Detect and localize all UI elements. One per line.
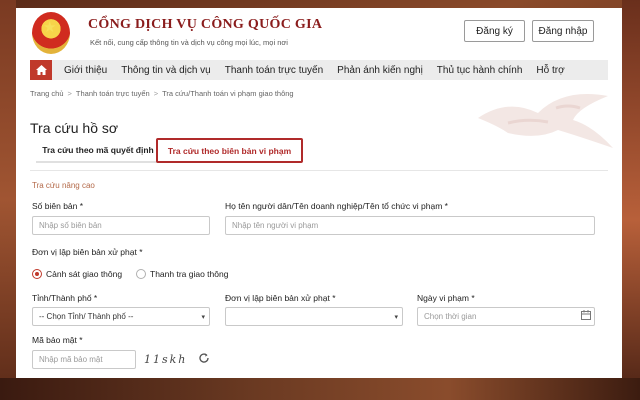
- nav-item-procedures[interactable]: Thủ tục hành chính: [437, 65, 523, 76]
- home-icon[interactable]: [30, 60, 52, 80]
- radio-traffic-police[interactable]: [32, 269, 42, 279]
- breadcrumb-current: Tra cứu/Thanh toán vi phạm giao thông: [162, 89, 294, 98]
- nav-item-intro[interactable]: Giới thiệu: [64, 65, 107, 76]
- breadcrumb-separator: >: [67, 89, 72, 98]
- background-bottom: [0, 378, 640, 400]
- tab-divider: [30, 170, 608, 171]
- nav-item-feedback[interactable]: Phản ánh kiến nghị: [337, 65, 423, 76]
- issuing-unit-label: Đơn vị lập biên bản xử phạt *: [225, 293, 336, 303]
- site-title[interactable]: CỔNG DỊCH VỤ CÔNG QUỐC GIA: [88, 17, 322, 33]
- login-button[interactable]: Đăng nhập: [532, 20, 594, 42]
- breadcrumb: Trang chủ > Thanh toán trực tuyến > Tra …: [30, 89, 294, 98]
- background-right: [622, 0, 640, 400]
- radio-traffic-police-label[interactable]: Cảnh sát giao thông: [46, 269, 122, 279]
- province-select[interactable]: -- Chọn Tỉnh/ Thành phố -- ▾: [32, 307, 210, 326]
- chevron-down-icon: ▾: [201, 313, 205, 321]
- register-button[interactable]: Đăng ký: [464, 20, 525, 42]
- site-subtitle: Kết nối, cung cấp thông tin và dịch vụ c…: [90, 38, 288, 47]
- nav-item-online-payment[interactable]: Thanh toán trực tuyến: [225, 65, 323, 76]
- nav-item-info-services[interactable]: Thông tin và dịch vụ: [121, 65, 211, 76]
- breadcrumb-home[interactable]: Trang chủ: [30, 89, 64, 98]
- captcha-label: Mã bảo mật *: [32, 335, 83, 345]
- calendar-icon[interactable]: [581, 310, 591, 320]
- chevron-down-icon: ▾: [394, 313, 398, 321]
- radio-traffic-inspector-label[interactable]: Thanh tra giao thông: [150, 269, 228, 279]
- breadcrumb-separator: >: [153, 89, 159, 98]
- record-no-label: Số biên bản *: [32, 201, 84, 211]
- province-select-value: -- Chọn Tỉnh/ Thành phố --: [39, 312, 134, 321]
- background-left: [0, 0, 16, 400]
- radio-traffic-inspector[interactable]: [136, 269, 146, 279]
- site-header: CỔNG DỊCH VỤ CÔNG QUỐC GIA Kết nối, cung…: [16, 8, 622, 58]
- refresh-icon[interactable]: [198, 352, 210, 364]
- breadcrumb-online-payment[interactable]: Thanh toán trực tuyến: [76, 89, 150, 98]
- main-nav: Giới thiệu Thông tin và dịch vụ Thanh to…: [30, 60, 608, 80]
- violator-name-input[interactable]: Nhập tên người vi phạm: [225, 216, 595, 235]
- tab-decision-code[interactable]: Tra cứu theo mã quyết định: [36, 138, 160, 163]
- violator-name-label: Họ tên người dân/Tên doanh nghiệp/Tên tổ…: [225, 201, 448, 211]
- issuing-unit-select[interactable]: ▾: [225, 307, 403, 326]
- record-no-input[interactable]: Nhập số biên bản: [32, 216, 210, 235]
- page-title: Tra cứu hồ sơ: [30, 120, 119, 136]
- captcha-image: 11skh: [144, 352, 188, 366]
- violation-date-input[interactable]: Chọn thời gian: [417, 307, 595, 326]
- issuing-unit-group-label: Đơn vị lập biên bản xử phạt *: [32, 247, 143, 257]
- advanced-search-label: Tra cứu nâng cao: [32, 181, 95, 190]
- portal-page: CỔNG DỊCH VỤ CÔNG QUỐC GIA Kết nối, cung…: [16, 8, 622, 378]
- decorative-bird-image: [478, 94, 613, 148]
- violation-date-label: Ngày vi phạm *: [417, 293, 475, 303]
- national-emblem-logo[interactable]: [32, 12, 70, 54]
- province-label: Tỉnh/Thành phố *: [32, 293, 98, 303]
- captcha-input[interactable]: Nhập mã bảo mật: [32, 350, 136, 369]
- tab-violation-record[interactable]: Tra cứu theo biên bản vi phạm: [156, 138, 303, 163]
- nav-item-support[interactable]: Hỗ trợ: [536, 65, 564, 76]
